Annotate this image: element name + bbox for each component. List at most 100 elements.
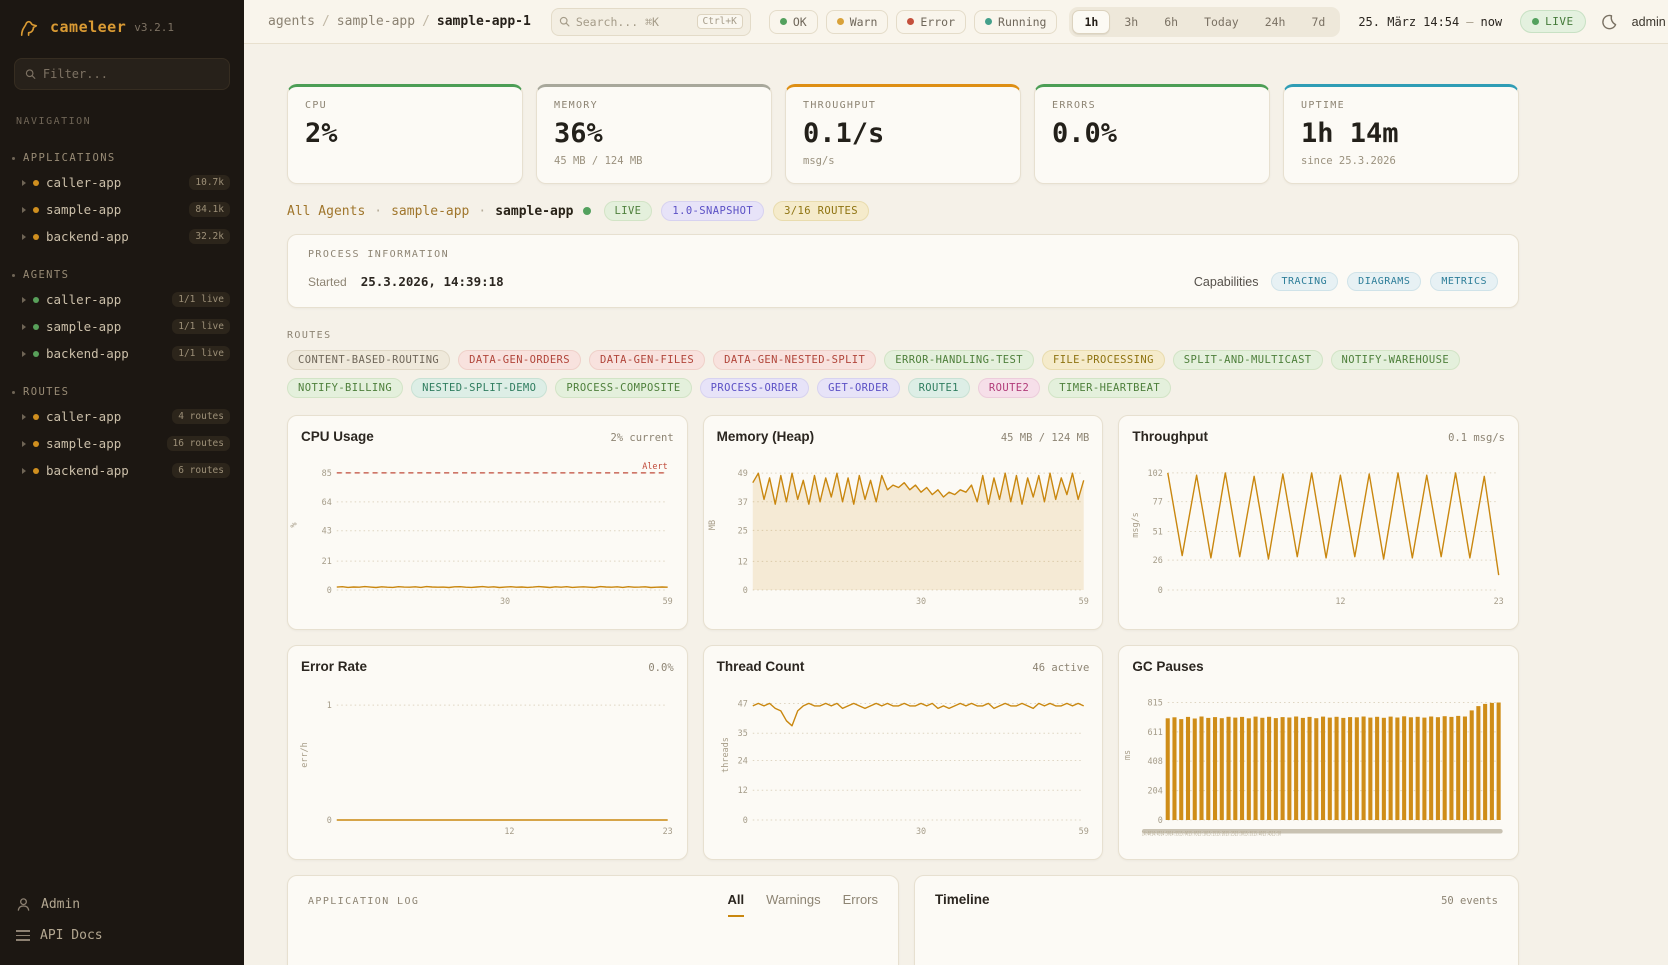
moon-icon: [1601, 14, 1617, 30]
section-dot: [12, 157, 15, 160]
route-pill[interactable]: NOTIFY-WAREHOUSE: [1331, 350, 1461, 370]
route-pill[interactable]: NOTIFY-BILLING: [287, 378, 403, 398]
dot-separator: ·: [374, 204, 382, 219]
time-range-button[interactable]: 7d: [1299, 10, 1337, 34]
route-pill[interactable]: GET-ORDER: [817, 378, 900, 398]
svg-text:37: 37: [737, 497, 747, 507]
status-filter[interactable]: Running: [974, 10, 1057, 34]
route-pill[interactable]: PROCESS-COMPOSITE: [555, 378, 691, 398]
section-header-routes[interactable]: ROUTES: [0, 381, 244, 403]
time-range-button[interactable]: 6h: [1152, 10, 1190, 34]
status-dot: [837, 18, 844, 25]
time-range-button[interactable]: 24h: [1253, 10, 1298, 34]
log-tab[interactable]: Warnings: [766, 892, 820, 917]
svg-text:12: 12: [737, 785, 747, 795]
time-range-button[interactable]: Today: [1192, 10, 1251, 34]
list-icon: [16, 930, 30, 941]
route-pill[interactable]: FILE-PROCESSING: [1042, 350, 1165, 370]
section-routes: ROUTES caller-app 4 routes sample-app: [0, 381, 244, 484]
date-range[interactable]: 25. März 14:54 — now: [1358, 15, 1502, 29]
sidebar-item-route[interactable]: sample-app 16 routes: [0, 430, 244, 457]
svg-text:0: 0: [327, 585, 332, 595]
section-header-applications[interactable]: APPLICATIONS: [0, 147, 244, 169]
capabilities-label: Capabilities: [1194, 275, 1259, 289]
sample-app-link[interactable]: sample-app: [391, 204, 469, 219]
chart-y-axis-label: MB: [708, 520, 718, 530]
status-dot: [33, 180, 39, 186]
breadcrumb-separator: /: [322, 14, 330, 29]
content-scroll-area: CPU 2% MEMORY 36% 45 MB / 124 MB THROUGH…: [244, 44, 1668, 965]
sidebar-item-application[interactable]: backend-app 32.2k: [0, 223, 244, 250]
route-pill[interactable]: ERROR-HANDLING-TEST: [884, 350, 1034, 370]
route-pill[interactable]: NESTED-SPLIT-DEMO: [411, 378, 547, 398]
status-filter[interactable]: OK: [769, 10, 818, 34]
route-pill[interactable]: SPLIT-AND-MULTICAST: [1173, 350, 1323, 370]
status-dot: [33, 468, 39, 474]
breadcrumb-agents[interactable]: agents: [268, 14, 315, 29]
svg-text:49: 49: [737, 468, 747, 478]
sidebar-item-label: caller-app: [46, 292, 165, 307]
live-badge[interactable]: LIVE: [1520, 10, 1586, 33]
sidebar-item-application[interactable]: caller-app 10.7k: [0, 169, 244, 196]
svg-text:64: 64: [322, 497, 332, 507]
chart-y-axis-label: threads: [721, 737, 731, 773]
svg-text:77: 77: [1153, 497, 1163, 507]
route-pill[interactable]: DATA-GEN-NESTED-SPLIT: [713, 350, 876, 370]
route-pill[interactable]: CONTENT-BASED-ROUTING: [287, 350, 450, 370]
svg-text:59: 59: [663, 596, 673, 606]
status-dot: [780, 18, 787, 25]
route-pill[interactable]: ROUTE1: [908, 378, 970, 398]
sidebar-item-agent[interactable]: sample-app 1/1 live: [0, 313, 244, 340]
live-dot: [1532, 18, 1539, 25]
route-pill[interactable]: TIMER-HEARTBEAT: [1048, 378, 1171, 398]
sidebar-item-route[interactable]: caller-app 4 routes: [0, 403, 244, 430]
status-filter-label: OK: [793, 15, 807, 29]
svg-text:35: 35: [737, 728, 747, 738]
stat-value: 1h 14m: [1301, 118, 1501, 149]
route-pill[interactable]: DATA-GEN-FILES: [589, 350, 705, 370]
section-title: AGENTS: [23, 269, 69, 281]
status-filters: OK Warn Error Running: [769, 10, 1058, 34]
sidebar-item-application[interactable]: sample-app 84.1k: [0, 196, 244, 223]
route-pill[interactable]: PROCESS-ORDER: [700, 378, 809, 398]
chart-title: Memory (Heap): [717, 429, 815, 444]
route-pill[interactable]: DATA-GEN-ORDERS: [458, 350, 581, 370]
chevron-right-icon: [22, 468, 26, 474]
breadcrumb-current: sample-app-1: [437, 14, 531, 29]
chevron-right-icon: [22, 441, 26, 447]
logo: cameleer v3.2.1: [0, 0, 244, 50]
route-pills: CONTENT-BASED-ROUTING DATA-GEN-ORDERS DA…: [287, 350, 1519, 398]
status-filter[interactable]: Error: [896, 10, 966, 34]
sidebar-item-route[interactable]: backend-app 6 routes: [0, 457, 244, 484]
time-range-button[interactable]: 3h: [1112, 10, 1150, 34]
search-input[interactable]: [576, 15, 691, 29]
dark-mode-toggle[interactable]: [1598, 11, 1620, 33]
admin-link[interactable]: Admin: [16, 897, 228, 912]
breadcrumb-sample-app[interactable]: sample-app: [337, 14, 415, 29]
status-filter[interactable]: Warn: [826, 10, 889, 34]
section-header-agents[interactable]: AGENTS: [0, 264, 244, 286]
process-information-card: PROCESS INFORMATION Started 25.3.2026, 1…: [287, 234, 1519, 308]
main-area: agents / sample-app / sample-app-1 Ctrl+…: [244, 0, 1668, 965]
sidebar-filter: [14, 58, 230, 90]
time-range-button[interactable]: 1h: [1072, 10, 1110, 34]
status-dot: [907, 18, 914, 25]
svg-text:43: 43: [322, 526, 332, 536]
chart-title: GC Pauses: [1132, 659, 1203, 674]
api-docs-link[interactable]: API Docs: [16, 928, 228, 943]
all-agents-link[interactable]: All Agents: [287, 204, 365, 219]
user-menu-label[interactable]: admin: [1632, 15, 1666, 29]
log-tab[interactable]: Errors: [843, 892, 878, 917]
log-tab[interactable]: All: [728, 892, 745, 917]
sidebar-item-agent[interactable]: caller-app 1/1 live: [0, 286, 244, 313]
agent-badge: 3/16 ROUTES: [773, 201, 869, 221]
chart-card: Throughput 0.1 msg/s msg/s 0265177102122…: [1118, 415, 1519, 630]
route-pill[interactable]: ROUTE2: [978, 378, 1040, 398]
chart-plot: 02651771021223: [1132, 456, 1505, 608]
svg-text:30: 30: [916, 826, 926, 836]
started-value: 25.3.2026, 14:39:18: [361, 274, 504, 289]
filter-input[interactable]: [43, 67, 219, 81]
chart-plot: 011223: [301, 686, 674, 838]
svg-text:51: 51: [1153, 526, 1163, 536]
sidebar-item-agent[interactable]: backend-app 1/1 live: [0, 340, 244, 367]
